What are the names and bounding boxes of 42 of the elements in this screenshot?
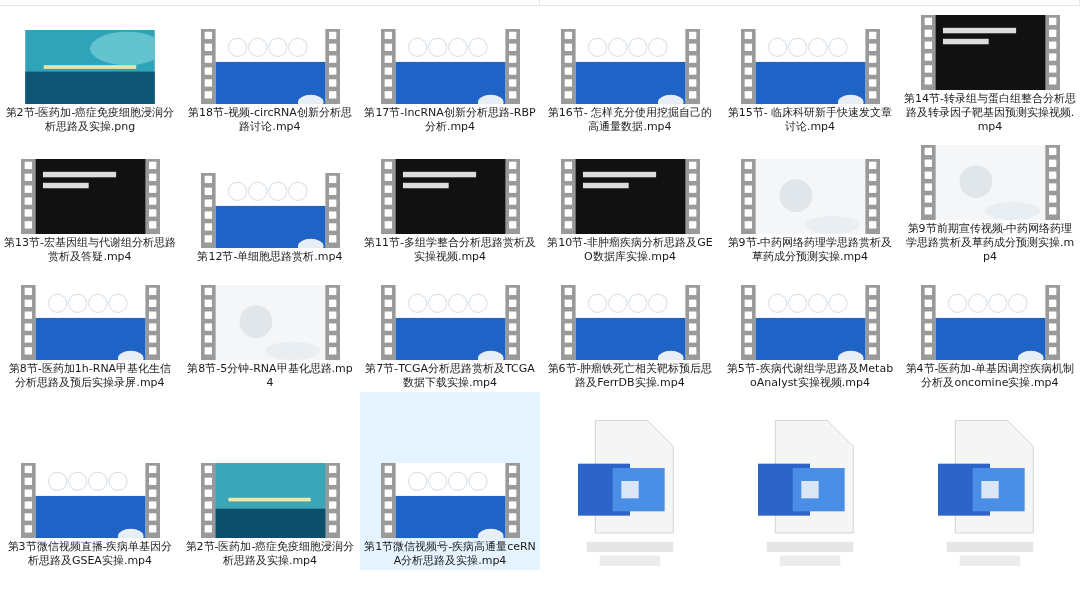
file-name: 第2节-医药加-癌症免疫细胞浸润分析思路及实操.mp4: [184, 540, 356, 568]
file-item[interactable]: 第2节-医药加-癌症免疫细胞浸润分析思路及实操.png: [0, 6, 180, 136]
file-item[interactable]: 第12节-单细胞思路赏析.mp4: [180, 136, 360, 266]
file-name: 第9节-中药网络药理学思路赏析及草药成分预测实操.mp4: [726, 236, 894, 264]
file-name: 第11节-多组学整合分析思路赏析及实操视频.mp4: [364, 236, 536, 264]
file-name: 第8节-医药加1h-RNA甲基化生信分析思路及预后实操录屏.mp4: [7, 362, 173, 390]
file-item[interactable]: 第1节微信视频号-疾病高通量ceRNA分析思路及实操.mp4: [360, 392, 540, 570]
file-item[interactable]: 第2节-医药加-癌症免疫细胞浸润分析思路及实操.mp4: [180, 392, 360, 570]
file-item[interactable]: 第16节- 怎样充分使用挖掘自己的高通量数据.mp4: [540, 6, 720, 136]
file-name: 第17节-lncRNA创新分析思路-RBP分析.mp4: [364, 106, 536, 134]
file-name: 第7节-TCGA分析思路赏析及TCGA数据下载实操.mp4: [364, 362, 536, 390]
file-item[interactable]: 第17节-lncRNA创新分析思路-RBP分析.mp4: [360, 6, 540, 136]
file-name: 第14节-转录组与蛋白组整合分析思路及转录因子靶基因预测实操视频.mp4: [904, 92, 1076, 134]
file-name: 第10节-非肿瘤疾病分析思路及GEO数据库实操.mp4: [546, 236, 714, 264]
file-item[interactable]: 第8节-5分钟-RNA甲基化思路.mp4: [180, 266, 360, 392]
file-item[interactable]: 第18节-视频-circRNA创新分析思路讨论.mp4: [180, 6, 360, 136]
file-name: 第2节-医药加-癌症免疫细胞浸润分析思路及实操.png: [4, 106, 176, 134]
file-item[interactable]: 第6节-肿瘤铁死亡相关靶标预后思路及FerrDB实操.mp4: [540, 266, 720, 392]
file-item[interactable]: 第5节-疾病代谢组学思路及MetaboAnalyst实操视频.mp4: [720, 266, 900, 392]
file-name: 第18节-视频-circRNA创新分析思路讨论.mp4: [187, 106, 353, 134]
file-item[interactable]: 第13节-宏基因组与代谢组分析思路赏析及答疑.mp4: [0, 136, 180, 266]
file-item[interactable]: 第10节-非肿瘤疾病分析思路及GEO数据库实操.mp4: [540, 136, 720, 266]
file-name: 第5节-疾病代谢组学思路及MetaboAnalyst实操视频.mp4: [725, 362, 895, 390]
file-name: 第9节前期宣传视频-中药网络药理学思路赏析及草药成分预测实操.mp4: [904, 222, 1076, 264]
file-name: 第13节-宏基因组与代谢组分析思路赏析及答疑.mp4: [4, 236, 176, 264]
file-name: 第8节-5分钟-RNA甲基化思路.mp4: [186, 362, 354, 390]
file-name: 第15节- 临床科研新手快速发文章讨论.mp4: [726, 106, 894, 134]
file-item[interactable]: 第9节前期宣传视频-中药网络药理学思路赏析及草药成分预测实操.mp4: [900, 136, 1080, 266]
file-item[interactable]: 第9节-中药网络药理学思路赏析及草药成分预测实操.mp4: [720, 136, 900, 266]
file-item[interactable]: 第14节-转录组与蛋白组整合分析思路及转录因子靶基因预测实操视频.mp4: [900, 6, 1080, 136]
file-name: 第4节-医药加-单基因调控疾病机制分析及oncomine实操.mp4: [904, 362, 1076, 390]
file-name: 第12节-单细胞思路赏析.mp4: [196, 250, 344, 264]
file-item[interactable]: 第15节- 临床科研新手快速发文章讨论.mp4: [720, 6, 900, 136]
file-item[interactable]: 第11节-多组学整合分析思路赏析及实操视频.mp4: [360, 136, 540, 266]
file-item[interactable]: 第4节-医药加-单基因调控疾病机制分析及oncomine实操.mp4: [900, 266, 1080, 392]
file-name: 第3节微信视频直播-疾病单基因分析思路及GSEA实操.mp4: [6, 540, 174, 568]
file-item[interactable]: 第7节-TCGA分析思路赏析及TCGA数据下载实操.mp4: [360, 266, 540, 392]
file-name: 第6节-肿瘤铁死亡相关靶标预后思路及FerrDB实操.mp4: [546, 362, 714, 390]
file-item[interactable]: 第3节微信视频直播-疾病单基因分析思路及GSEA实操.mp4: [0, 392, 180, 570]
file-name: 第16节- 怎样充分使用挖掘自己的高通量数据.mp4: [546, 106, 714, 134]
file-name: 第1节微信视频号-疾病高通量ceRNA分析思路及实操.mp4: [364, 540, 536, 568]
file-item[interactable]: 第8节-医药加1h-RNA甲基化生信分析思路及预后实操录屏.mp4: [0, 266, 180, 392]
